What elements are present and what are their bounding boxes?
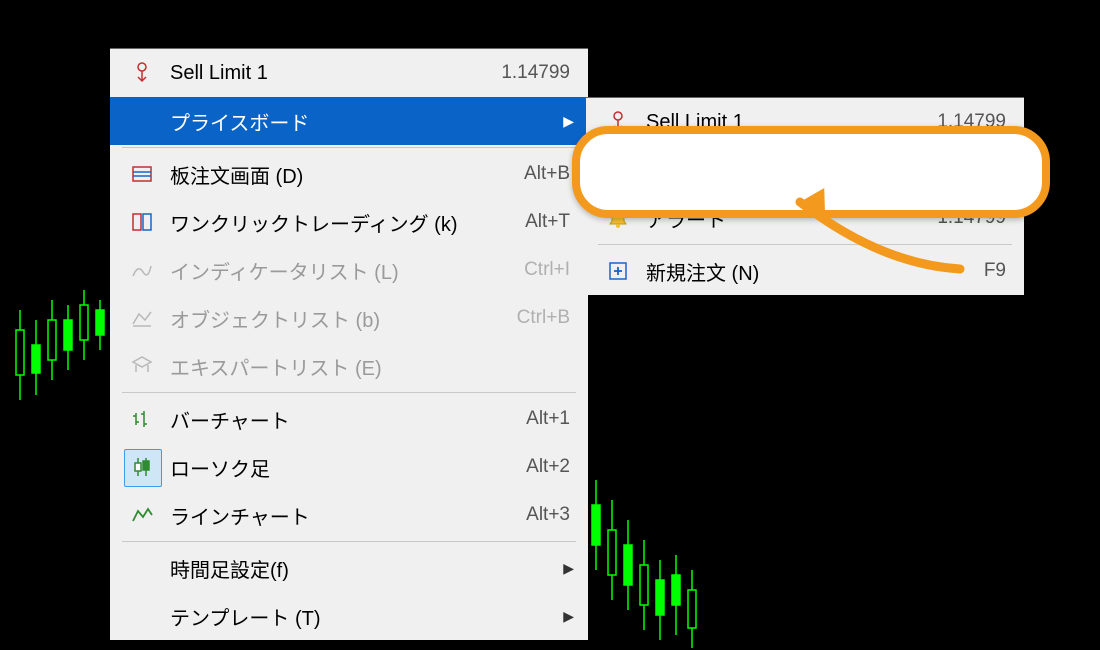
- menu-separator: [122, 541, 576, 542]
- menu-value: 1.14799: [937, 111, 1006, 133]
- menu-shortcut: Alt+1: [526, 408, 570, 430]
- menu-item-template[interactable]: テンプレート (T) ▶: [110, 592, 588, 640]
- line-chart-icon: [128, 501, 156, 529]
- menu-item-candlestick[interactable]: ローソク足 Alt+2: [110, 443, 588, 491]
- menu-shortcut: Alt+T: [525, 211, 570, 233]
- submenu-arrow-icon: ▶: [563, 608, 574, 625]
- context-menu-main: Sell Limit 1 1.14799 プライスボード ▶ 板注文画面 (D)…: [110, 48, 588, 640]
- menu-item-line-chart[interactable]: ラインチャート Alt+3: [110, 491, 588, 539]
- menu-label: バーチャート: [170, 405, 526, 434]
- bar-chart-icon: [128, 405, 156, 433]
- menu-item-depth[interactable]: 板注文画面 (D) Alt+B: [110, 150, 588, 198]
- menu-label: テンプレート (T): [170, 602, 570, 631]
- menu-label: Sell Limit 1: [646, 111, 937, 134]
- menu-label: インディケータリスト (L): [170, 256, 524, 285]
- depth-icon: [128, 160, 156, 188]
- menu-item-sell-limit[interactable]: Sell Limit 1 1.14799: [110, 49, 588, 97]
- menu-value: 1.14799: [937, 207, 1006, 229]
- menu-item-price-board[interactable]: プライスボード ▶: [110, 97, 588, 145]
- menu-label: ラインチャート: [170, 501, 526, 530]
- submenu-item-sell-limit[interactable]: Sell Limit 1 1.14799: [586, 98, 1024, 146]
- menu-shortcut: Alt+B: [524, 163, 570, 185]
- sell-limit-icon: [128, 59, 156, 87]
- menu-label: 板注文画面 (D): [170, 160, 524, 189]
- menu-label: 新規注文 (N): [646, 257, 984, 286]
- menu-item-objects: オブジェクトリスト (b) Ctrl+B: [110, 294, 588, 342]
- menu-value: 1.14799: [937, 159, 1006, 181]
- menu-label: ストップ買 1: [646, 156, 937, 185]
- menu-shortcut: Ctrl+B: [517, 307, 570, 329]
- one-click-icon: [128, 208, 156, 236]
- menu-item-experts: エキスパートリスト (E): [110, 342, 588, 390]
- submenu-item-alert[interactable]: アラート 1.14799: [586, 194, 1024, 242]
- candlestick-icon: [128, 453, 156, 481]
- menu-label: オブジェクトリスト (b): [170, 304, 517, 333]
- menu-item-indicators: インディケータリスト (L) Ctrl+I: [110, 246, 588, 294]
- menu-label: プライスボード: [170, 107, 570, 136]
- menu-separator: [598, 244, 1012, 245]
- menu-separator: [122, 392, 576, 393]
- submenu-item-new-order[interactable]: 新規注文 (N) F9: [586, 247, 1024, 295]
- buy-stop-icon: [604, 156, 632, 184]
- submenu-arrow-icon: ▶: [563, 560, 574, 577]
- menu-label: エキスパートリスト (E): [170, 352, 570, 381]
- menu-item-one-click[interactable]: ワンクリックトレーディング (k) Alt+T: [110, 198, 588, 246]
- menu-item-timeframe[interactable]: 時間足設定(f) ▶: [110, 544, 588, 592]
- menu-value: 1.14799: [501, 62, 570, 84]
- menu-shortcut: Ctrl+I: [524, 259, 570, 281]
- menu-shortcut: F9: [984, 260, 1006, 282]
- menu-separator: [122, 147, 576, 148]
- menu-item-bar-chart[interactable]: バーチャート Alt+1: [110, 395, 588, 443]
- expert-icon: [128, 352, 156, 380]
- menu-label: Sell Limit 1: [170, 62, 501, 85]
- menu-label: 時間足設定(f): [170, 554, 570, 583]
- menu-label: ローソク足: [170, 453, 526, 482]
- context-menu-sub: Sell Limit 1 1.14799 ストップ買 1 1.14799 アラー…: [586, 97, 1024, 295]
- new-order-icon: [604, 257, 632, 285]
- submenu-arrow-icon: ▶: [563, 113, 574, 130]
- indicator-icon: [128, 256, 156, 284]
- menu-label: ワンクリックトレーディング (k): [170, 208, 525, 237]
- menu-label: アラート: [646, 204, 937, 233]
- sell-limit-icon: [604, 108, 632, 136]
- menu-shortcut: Alt+3: [526, 504, 570, 526]
- object-icon: [128, 304, 156, 332]
- bell-icon: [604, 204, 632, 232]
- menu-shortcut: Alt+2: [526, 456, 570, 478]
- submenu-item-stop-buy[interactable]: ストップ買 1 1.14799: [586, 146, 1024, 194]
